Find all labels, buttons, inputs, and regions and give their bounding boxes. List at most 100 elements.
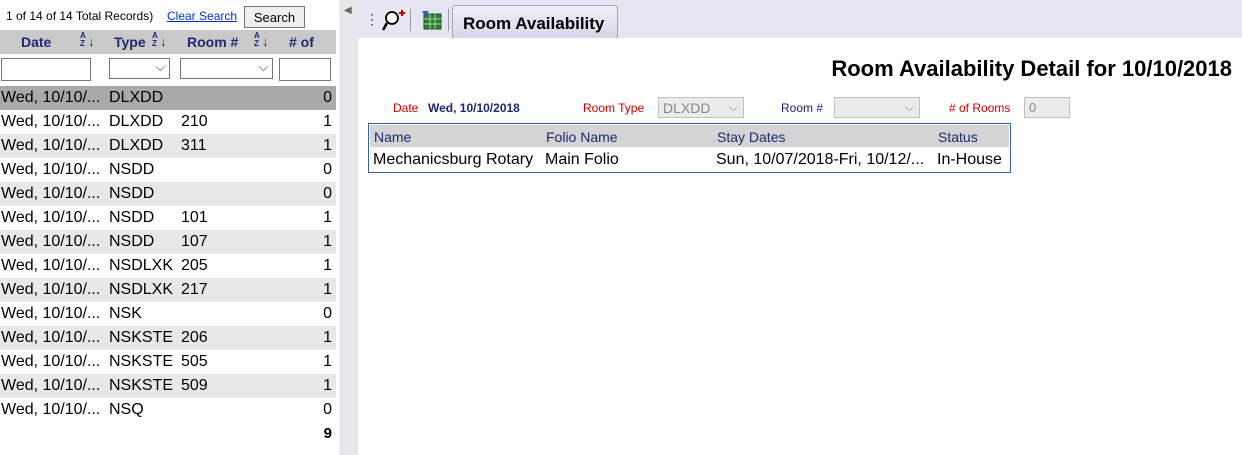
table-row[interactable]: Wed, 10/10/... NSK 0 <box>0 302 336 326</box>
cell-room: 205 <box>181 257 208 274</box>
column-header-status[interactable]: Status <box>938 129 978 145</box>
app-root: 1 of 14 of 14 Total Records) Clear Searc… <box>0 0 1242 455</box>
table-row[interactable]: Wed, 10/10/... NSQ 0 <box>0 398 336 422</box>
cell-type: NSKSTE <box>109 329 174 346</box>
cell-date: Wed, 10/10/... <box>1 305 101 322</box>
cell-type: NSKSTE <box>109 377 174 394</box>
sort-az-icon[interactable]: A Z ↓ <box>80 32 95 52</box>
cell-type: DLXDD <box>109 113 164 130</box>
toolbar-separator <box>410 9 411 31</box>
count-filter-input[interactable] <box>279 58 331 81</box>
room-type-label: Room Type <box>583 101 645 115</box>
table-row[interactable]: Wed, 10/10/... DLXDD 311 1 <box>0 134 336 158</box>
table-row[interactable]: Wed, 10/10/... NSDD 0 <box>0 182 336 206</box>
collapse-left-icon[interactable]: ◀ <box>344 5 352 16</box>
column-header-type[interactable]: Type <box>114 34 146 50</box>
cell-num: 0 <box>323 185 332 202</box>
cell-date: Wed, 10/10/... <box>1 377 101 394</box>
chevron-down-icon: ⌵ <box>728 100 738 114</box>
cell-stay-dates[interactable]: Sun, 10/07/2018-Fri, 10/12/... <box>716 151 924 169</box>
cell-date: Wed, 10/10/... <box>1 89 101 106</box>
cell-num: 0 <box>323 161 332 178</box>
date-filter-input[interactable] <box>1 58 91 81</box>
pane-splitter[interactable]: ◀ <box>339 0 358 455</box>
clear-search-link[interactable]: Clear Search <box>167 9 237 23</box>
spreadsheet-icon[interactable] <box>421 10 443 32</box>
cell-date: Wed, 10/10/... <box>1 209 101 226</box>
record-count: 1 of 14 of 14 Total Records) <box>6 9 154 23</box>
chevron-down-icon: ⌵ <box>155 60 165 74</box>
cell-num: 1 <box>323 257 332 274</box>
cell-num: 0 <box>323 89 332 106</box>
cell-room: 210 <box>181 113 208 130</box>
column-header-stay-dates[interactable]: Stay Dates <box>717 129 785 145</box>
cell-type: NSDD <box>109 233 155 250</box>
room-type-value: DLXDD <box>663 100 711 116</box>
num-rooms-input[interactable]: 0 <box>1024 97 1070 118</box>
cell-name[interactable]: Mechanicsburg Rotary <box>373 151 533 169</box>
cell-type: NSDLXK <box>109 257 174 274</box>
cell-num: 1 <box>323 353 332 370</box>
cell-num: 1 <box>323 137 332 154</box>
toolbar-grip-icon[interactable]: ⋮ <box>365 11 379 28</box>
column-header-room[interactable]: Room # <box>187 34 238 50</box>
occupancy-table: Name Folio Name Stay Dates Status Mechan… <box>368 123 1011 173</box>
cell-status[interactable]: In-House <box>937 151 1002 169</box>
cell-type: NSDD <box>109 185 155 202</box>
tab-label: Room Availability <box>463 14 605 33</box>
cell-folio[interactable]: Main Folio <box>545 151 619 169</box>
toolbar-separator <box>448 9 449 31</box>
cell-room: 505 <box>181 353 208 370</box>
date-label: Date <box>393 101 419 115</box>
table-row[interactable]: Wed, 10/10/... NSDD 101 1 <box>0 206 336 230</box>
sort-az-icon[interactable]: A Z ↓ <box>254 32 269 52</box>
cell-date: Wed, 10/10/... <box>1 161 101 178</box>
cell-date: Wed, 10/10/... <box>1 401 101 418</box>
table-row[interactable]: Wed, 10/10/... NSKSTE 509 1 <box>0 374 336 398</box>
type-filter-select[interactable]: ⌵ <box>109 58 170 79</box>
cell-type: NSK <box>109 305 142 322</box>
cell-num: 0 <box>323 305 332 322</box>
table-row[interactable]: Wed, 10/10/... NSDLXK 217 1 <box>0 278 336 302</box>
table-row[interactable]: Wed, 10/10/... NSDD 107 1 <box>0 230 336 254</box>
room-filter-select[interactable]: ⌵ <box>180 58 273 79</box>
sort-az-icon[interactable]: A Z ↓ <box>152 32 167 52</box>
chevron-down-icon: ⌵ <box>258 60 268 74</box>
page-title: Room Availability Detail for 10/10/2018 <box>831 56 1232 81</box>
cell-room: 206 <box>181 329 208 346</box>
column-header-name[interactable]: Name <box>374 129 411 145</box>
search-button[interactable]: Search <box>244 6 305 28</box>
cell-date: Wed, 10/10/... <box>1 353 101 370</box>
cell-room: 311 <box>181 137 207 154</box>
table-row[interactable]: Wed, 10/10/... DLXDD 210 1 <box>0 110 336 134</box>
column-header-date[interactable]: Date <box>21 34 51 50</box>
cell-type: NSQ <box>109 401 144 418</box>
column-header-folio[interactable]: Folio Name <box>546 129 618 145</box>
table-row[interactable]: Wed, 10/10/... NSDD 0 <box>0 158 336 182</box>
room-number-select[interactable]: ⌵ <box>834 97 920 118</box>
room-list: Wed, 10/10/... DLXDD 0 Wed, 10/10/... DLXDD 2… <box>0 86 336 422</box>
room-number-label: Room # <box>781 101 824 115</box>
tab-room-availability[interactable]: Room Availability <box>452 5 618 38</box>
cell-room: 101 <box>181 209 208 226</box>
zoom-in-icon[interactable] <box>382 9 406 33</box>
cell-date: Wed, 10/10/... <box>1 185 101 202</box>
table-row[interactable]: Wed, 10/10/... NSKSTE 505 1 <box>0 350 336 374</box>
cell-num: 1 <box>323 377 332 394</box>
num-rooms-label: # of Rooms <box>949 101 1011 115</box>
grid-header: Date A Z ↓ Type A Z ↓ Room # A Z ↓ # of <box>0 30 336 54</box>
cell-num: 1 <box>323 329 332 346</box>
date-value: Wed, 10/10/2018 <box>428 101 520 115</box>
table-row[interactable]: Wed, 10/10/... NSDLXK 205 1 <box>0 254 336 278</box>
column-header-count[interactable]: # of <box>289 34 314 50</box>
table-row[interactable]: Wed, 10/10/... DLXDD 0 <box>0 86 336 110</box>
cell-room: 107 <box>181 233 208 250</box>
cell-type: DLXDD <box>109 137 164 154</box>
cell-date: Wed, 10/10/... <box>1 113 101 130</box>
table-row[interactable]: Wed, 10/10/... NSKSTE 206 1 <box>0 326 336 350</box>
cell-type: NSDD <box>109 209 155 226</box>
room-list-pane: 1 of 14 of 14 Total Records) Clear Searc… <box>0 0 336 455</box>
room-type-select[interactable]: DLXDD ⌵ <box>658 97 744 118</box>
cell-num: 1 <box>323 209 332 226</box>
cell-date: Wed, 10/10/... <box>1 329 101 346</box>
